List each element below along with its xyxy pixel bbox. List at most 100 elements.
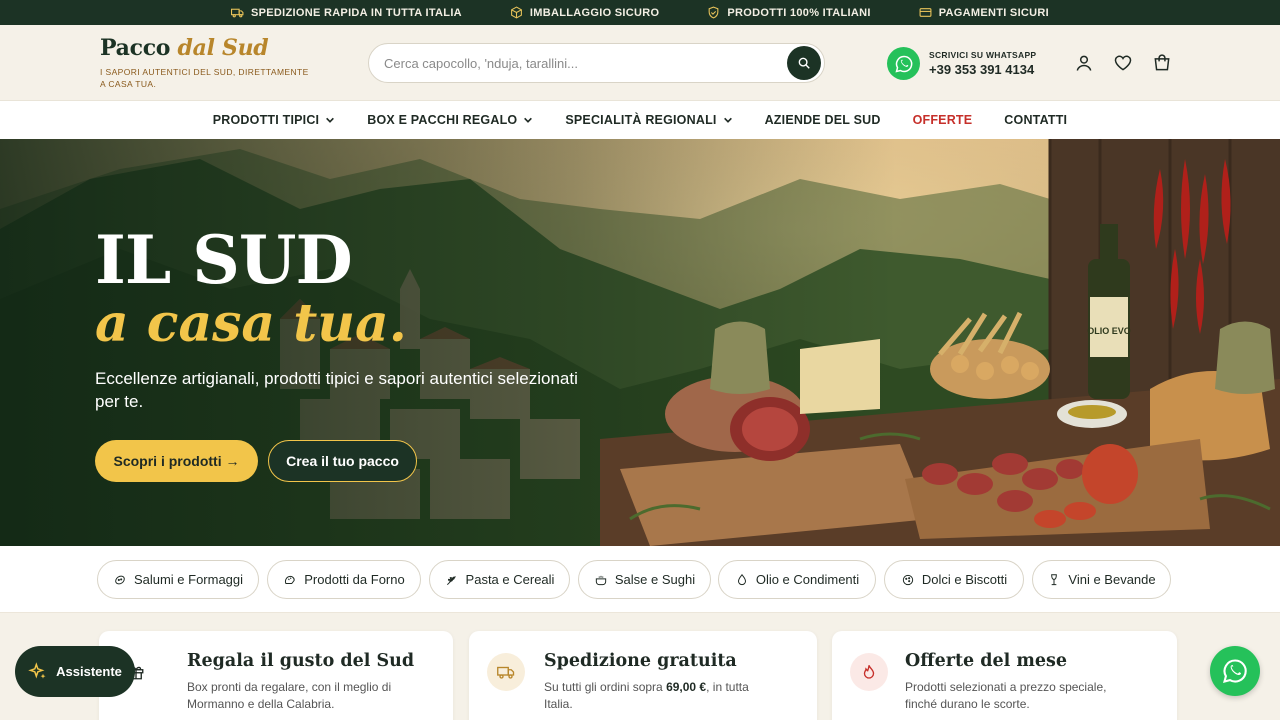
cart-icon[interactable] [1152,53,1172,73]
tagline: I SAPORI AUTENTICI DEL SUD, DIRETTAMENTE… [100,67,309,89]
category-vini-bevande[interactable]: Vini e Bevande [1032,560,1171,599]
oil-drop-icon [737,573,746,585]
header-actions [1074,53,1172,73]
hero-title: IL SUD [95,221,353,299]
whatsapp-badge [887,47,920,80]
card-text: Prodotti selezionati a prezzo speciale, f… [905,679,1106,713]
card-text-bold: 69,00 € [666,680,707,694]
card-icon-wrap [487,653,525,691]
wheat-icon [446,575,456,585]
user-icon[interactable] [1074,53,1094,73]
brand[interactable]: Pacco dal Sud I SAPORI AUTENTICI DEL SUD… [100,35,330,90]
sparkle-icon [28,661,46,679]
card-title: Regala il gusto del Sud [187,651,415,671]
heart-icon[interactable] [1113,53,1133,73]
nav-item-contatti[interactable]: CONTATTI [1004,113,1067,127]
search-button[interactable] [787,46,821,80]
cookie-icon [902,574,914,585]
chevron-down-icon [326,117,335,123]
main-nav: PRODOTTI TIPICI BOX E PACCHI REGALO SPEC… [0,100,1280,139]
nav-label: OFFERTE [912,113,973,127]
category-prodotti-forno[interactable]: Prodotti da Forno [267,560,421,599]
topbar-label: SPEDIZIONE RAPIDA IN TUTTA ITALIA [250,6,462,19]
category-dolci-biscotti[interactable]: Dolci e Biscotti [884,560,1024,599]
nav-label: AZIENDE DEL SUD [764,113,881,127]
bottle-label: OLIO EVO [1087,326,1131,336]
card-text-line2: Italia. [544,697,573,711]
card-text-pre: Su tutti gli ordini sopra [544,680,667,694]
nav-item-prodotti-tipici[interactable]: PRODOTTI TIPICI [213,113,335,127]
topbar-item-payments: PAGAMENTI SICURI [919,6,1049,19]
card-text-line2: finché durano le scorte. [905,697,1030,711]
assistant-label: Assistente [56,664,122,679]
card-title: Spedizione gratuita [544,651,737,671]
whatsapp-phone[interactable]: +39 353 391 4134 [929,62,1036,77]
box-icon [511,6,522,19]
logo[interactable]: Pacco dal Sud [100,35,330,61]
floating-whatsapp-button[interactable] [1210,646,1260,696]
whatsapp-icon [1223,659,1247,683]
build-package-button[interactable]: Crea il tuo pacco [268,440,417,482]
whatsapp-label: SCRIVICI SU WHATSAPP [929,50,1037,60]
nav-label: PRODOTTI TIPICI [212,113,320,127]
category-pasta-cereali[interactable]: Pasta e Cereali [429,560,570,599]
topbar-label: PAGAMENTI SICURI [938,6,1050,19]
search-input[interactable] [369,55,787,71]
truck-icon [230,8,244,18]
nav-label: BOX E PACCHI REGALO [367,113,518,127]
card-text: Su tutti gli ordini sopra 69,00 €, in tu… [544,679,749,713]
shield-icon [709,6,719,19]
discover-products-button[interactable]: Scopri i prodotti → [95,440,258,482]
card-text-line2: Mormanno e della Calabria. [187,697,335,711]
category-label: Prodotti da Forno [304,572,405,587]
card-title: Offerte del mese [905,651,1068,671]
nav-item-aziende[interactable]: AZIENDE DEL SUD [765,113,881,127]
search-bar [368,43,825,83]
card-text-line1: Prodotti selezionati a prezzo speciale, [905,680,1107,694]
card-text-line1: Box pronti da regalare, con il meglio di [187,680,392,694]
card-icon-wrap [850,653,888,691]
assistant-button[interactable]: Assistente [15,646,135,697]
category-label: Olio e Condimenti [755,572,860,587]
bread-icon [285,575,295,584]
whatsapp-text: SCRIVICI SU WHATSAPP +39 353 391 4134 [929,50,1036,77]
category-label: Dolci e Biscotti [921,572,1008,587]
category-salumi-formaggi[interactable]: Salumi e Formaggi [97,560,259,599]
card-text: Box pronti da regalare, con il meglio di… [187,679,391,713]
logo-accent: dal Sud [177,35,269,61]
nav-label: SPECIALITÀ REGIONALI [565,113,717,127]
hero-banner: OLIO EVO IL SUD a casa tua. Eccellenze a… [0,139,1280,546]
search-icon [798,57,810,69]
card-text-post: , in tutta [706,680,749,694]
chevron-down-icon [723,117,732,123]
logo-main: Pacco [100,35,171,61]
pot-icon [595,575,607,585]
site-header: Pacco dal Sud I SAPORI AUTENTICI DEL SUD… [0,25,1280,100]
wine-glass-icon [1051,573,1058,585]
category-label: Salse e Sughi [614,572,696,587]
category-label: Salumi e Formaggi [133,572,244,587]
hero-subtitle: a casa tua. [95,293,407,354]
topbar-item-shipping: SPEDIZIONE RAPIDA IN TUTTA ITALIA [230,6,462,19]
category-olio-condimenti[interactable]: Olio e Condimenti [718,560,876,599]
nav-item-box-regalo[interactable]: BOX E PACCHI REGALO [367,113,533,127]
top-announcement-bar: SPEDIZIONE RAPIDA IN TUTTA ITALIA IMBALL… [0,0,1280,25]
card-shipping[interactable]: Spedizione gratuita Su tutti gli ordini … [469,631,817,720]
card-offers[interactable]: Offerte del mese Prodotti selezionati a … [832,631,1177,720]
topbar-label: IMBALLAGGIO SICURO [529,6,660,19]
topbar-item-italian: PRODOTTI 100% ITALIANI [707,6,870,19]
card-gift[interactable]: Regala il gusto del Sud Box pronti da re… [99,631,453,720]
hero-description: Eccellenze artigianali, prodotti tipici … [95,369,578,411]
nav-item-offerte[interactable]: OFFERTE [913,113,973,127]
salami-icon [115,575,125,584]
category-label: Vini e Bevande [1068,572,1156,587]
chevron-down-icon [524,117,533,123]
category-pills: Salumi e Formaggi Prodotti da Forno Past… [0,546,1280,613]
flame-icon [863,665,875,679]
category-label: Pasta e Cereali [465,572,555,587]
whatsapp-contact[interactable]: SCRIVICI SU WHATSAPP +39 353 391 4134 [887,47,1036,80]
category-salse-sughi[interactable]: Salse e Sughi [578,560,711,599]
nav-item-specialita[interactable]: SPECIALITÀ REGIONALI [565,113,732,127]
topbar-item-packaging: IMBALLAGGIO SICURO [510,6,659,19]
topbar-label: PRODOTTI 100% ITALIANI [727,6,871,19]
